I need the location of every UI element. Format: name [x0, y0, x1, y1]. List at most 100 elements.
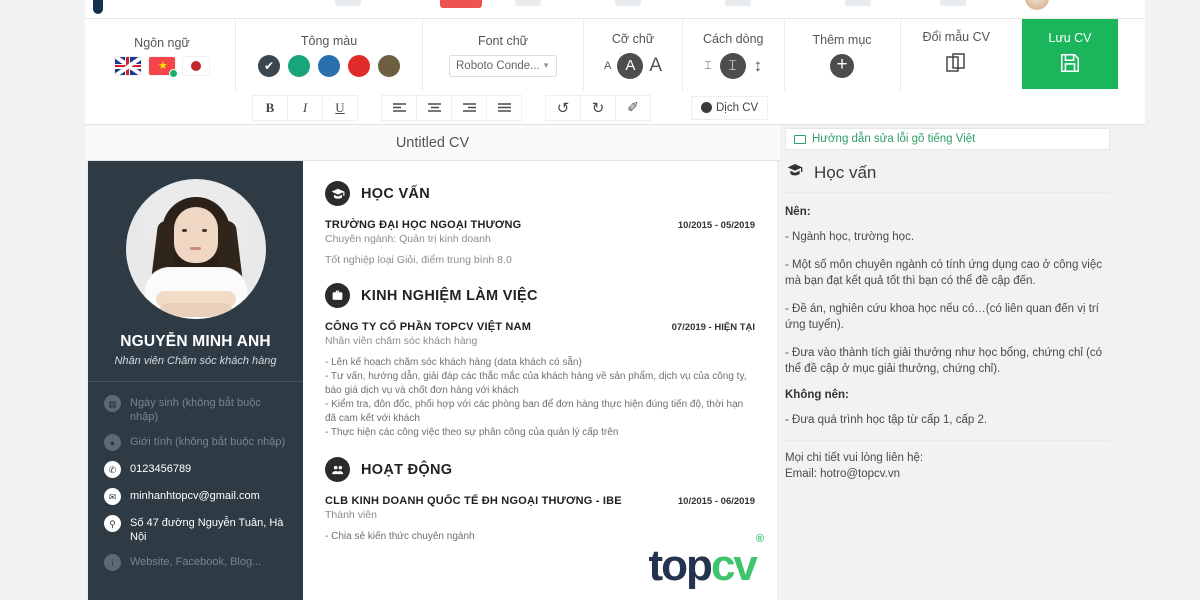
tone-swatch-brown[interactable]	[378, 54, 400, 77]
tone-label: Tông màu	[300, 33, 358, 48]
vietnamese-typing-guide-link[interactable]: Hướng dẫn sửa lỗi gõ tiếng Việt	[785, 128, 1110, 150]
graduation-cap-icon	[785, 162, 805, 183]
nav-item-4[interactable]	[615, 0, 641, 6]
contact-gender[interactable]: ● Giới tính (không bắt buộc nhập)	[104, 434, 289, 451]
experience-date[interactable]: 07/2019 - HIỆN TẠI	[672, 322, 755, 333]
people-group-icon	[325, 457, 350, 482]
flag-uk-icon[interactable]	[115, 56, 141, 75]
profile-photo[interactable]	[125, 179, 266, 319]
language-label: Ngôn ngữ	[134, 35, 190, 50]
tips-do-item: - Ngành học, trường học.	[785, 231, 915, 243]
nav-item-highlight[interactable]	[440, 0, 482, 8]
translate-cv-button[interactable]: Dịch CV	[691, 95, 769, 120]
font-size-medium-button[interactable]: A	[617, 52, 644, 79]
activity-org[interactable]: CLB KINH DOANH QUỐC TẾ ĐH NGOẠI THƯƠNG -…	[325, 495, 622, 507]
font-size-small-button[interactable]: A	[604, 60, 611, 72]
flag-vietnam-icon[interactable]: ★	[149, 56, 178, 78]
tips-dont-label: Không nên:	[785, 389, 849, 401]
toolbar-group-add-section: Thêm mục +	[785, 19, 901, 91]
cv-title-bar[interactable]: Untitled CV	[85, 125, 780, 161]
cv-candidate-name[interactable]: NGUYỄN MINH ANH	[88, 333, 303, 351]
education-org[interactable]: TRƯỜNG ĐẠI HỌC NGOẠI THƯƠNG	[325, 219, 521, 231]
activity-role[interactable]: Thành viên	[325, 509, 755, 521]
user-avatar[interactable]	[1023, 0, 1051, 12]
education-major[interactable]: Chuyên ngành: Quản trị kinh doanh	[325, 233, 755, 245]
align-left-button[interactable]	[381, 94, 417, 121]
cv-document: NGUYỄN MINH ANH Nhân viên Chăm sóc khách…	[88, 161, 777, 600]
toolbar-group-change-template: Đổi mẫu CV	[901, 19, 1012, 91]
change-template-label: Đổi mẫu CV	[922, 30, 990, 44]
underline-button[interactable]: U	[322, 94, 358, 121]
align-center-button[interactable]	[416, 94, 452, 121]
save-cv-button[interactable]: Lưu CV	[1021, 19, 1118, 89]
tips-heading-row: Học vấn	[785, 162, 1110, 193]
top-navigation-bar	[85, 0, 1145, 19]
toolbar-group-language: Ngôn ngữ ★	[85, 19, 236, 91]
language-selected-indicator	[169, 68, 178, 78]
app-page: Ngôn ngữ ★ Tông màu ✔ Font chữ Roboto Co…	[0, 0, 1200, 600]
align-right-button[interactable]	[451, 94, 487, 121]
activity-date[interactable]: 10/2015 - 06/2019	[678, 496, 755, 507]
cv-title[interactable]: Untitled CV	[396, 135, 469, 151]
nav-item-5[interactable]	[725, 0, 751, 6]
calendar-icon: ▦	[104, 395, 121, 412]
clear-format-button[interactable]: ✐	[615, 94, 651, 121]
site-logo-icon[interactable]	[93, 0, 103, 14]
nav-item-1[interactable]	[335, 0, 361, 6]
tips-contact-line-1: Mọi chi tiết vui lòng liên hệ:	[785, 452, 924, 464]
cv-sidebar: NGUYỄN MINH ANH Nhân viên Chăm sóc khách…	[88, 161, 303, 600]
tips-heading: Học vấn	[814, 162, 877, 182]
experience-org[interactable]: CÔNG TY CỔ PHẦN TOPCV VIỆT NAM	[325, 321, 531, 333]
nav-item-6[interactable]	[845, 0, 871, 6]
tone-swatch-dark[interactable]	[258, 54, 280, 77]
book-icon	[794, 134, 806, 144]
phone-icon: ✆	[104, 461, 121, 478]
tone-swatch-blue[interactable]	[318, 54, 340, 77]
contact-birthday[interactable]: ▦ Ngày sinh (không bắt buộc nhập)	[104, 395, 289, 424]
tips-contact-line-2: Email: hotro@topcv.vn	[785, 468, 901, 480]
chevron-down-icon: ▼	[542, 61, 550, 70]
line-spacing-medium-button[interactable]: ⌶	[719, 52, 746, 79]
tone-swatch-green[interactable]	[288, 54, 310, 77]
cv-section-title[interactable]: KINH NGHIỆM LÀM VIỆC	[361, 288, 538, 304]
italic-button[interactable]: I	[287, 94, 323, 121]
education-date[interactable]: 10/2015 - 05/2019	[678, 220, 755, 231]
contact-address-text: Số 47 đường Nguyễn Tuân, Hà Nội	[130, 517, 284, 543]
line-spacing-small-button[interactable]: ⌶	[704, 58, 711, 73]
topcv-watermark: topcv®	[649, 534, 765, 588]
redo-button[interactable]: ↻	[580, 94, 616, 121]
tone-swatch-red[interactable]	[348, 54, 370, 77]
info-icon: i	[104, 554, 121, 571]
contact-website[interactable]: i Website, Facebook, Blog...	[104, 554, 289, 571]
flag-japan-icon[interactable]	[183, 56, 209, 75]
cv-section-title[interactable]: HOẠT ĐỘNG	[361, 462, 452, 478]
experience-bullets[interactable]: - Lên kế hoạch chăm sóc khách hàng (data…	[325, 356, 755, 440]
font-size-label: Cỡ chữ	[611, 31, 655, 46]
contact-phone[interactable]: ✆ 0123456789	[104, 461, 289, 478]
contact-email[interactable]: ✉ minhanhtopcv@gmail.com	[104, 488, 289, 505]
line-spacing-large-button[interactable]: ↕	[754, 56, 763, 76]
watermark-registered: ®	[755, 533, 764, 546]
contact-gender-text: Giới tính (không bắt buộc nhập)	[130, 436, 286, 448]
contact-email-text: minhanhtopcv@gmail.com	[130, 490, 260, 502]
plus-circle-icon[interactable]: +	[830, 53, 855, 78]
cv-canvas: Untitled CV NGUYỄN MINH ANH Nhân viên Ch…	[85, 125, 780, 600]
briefcase-icon	[325, 283, 350, 308]
undo-button[interactable]: ↺	[545, 94, 581, 121]
nav-item-3[interactable]	[515, 0, 541, 6]
font-family-select[interactable]: Roboto Conde... ▼	[449, 54, 557, 77]
copy-pages-icon[interactable]	[944, 51, 968, 80]
envelope-icon: ✉	[104, 488, 121, 505]
contact-address[interactable]: ⚲ Số 47 đường Nguyễn Tuân, Hà Nội	[104, 515, 289, 544]
align-justify-button[interactable]	[486, 94, 522, 121]
bold-button[interactable]: B	[252, 94, 288, 121]
graduation-cap-icon	[325, 181, 350, 206]
experience-role[interactable]: Nhân viên chăm sóc khách hàng	[325, 335, 755, 347]
cv-candidate-role[interactable]: Nhân viên Chăm sóc khách hàng	[88, 355, 303, 382]
font-size-large-button[interactable]: A	[649, 55, 662, 77]
education-note[interactable]: Tốt nghiệp loại Giỏi, điểm trung bình 8.…	[325, 254, 755, 266]
translate-cv-label: Dịch CV	[716, 101, 759, 114]
cv-section-title[interactable]: HỌC VẤN	[361, 186, 430, 202]
cv-section-activities: HOẠT ĐỘNG CLB KINH DOANH QUỐC TẾ ĐH NGOẠ…	[325, 457, 755, 544]
nav-item-7[interactable]	[940, 0, 966, 6]
